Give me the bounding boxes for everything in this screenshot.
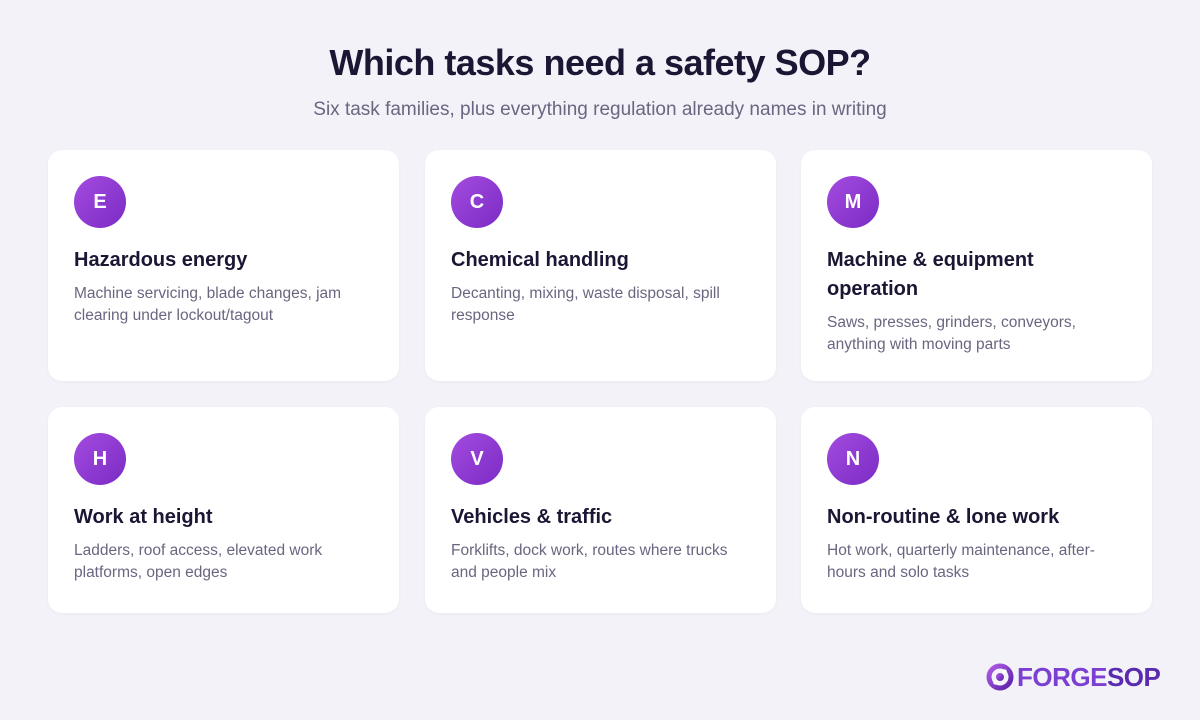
card-description: Saws, presses, grinders, conveyors, anyt… xyxy=(827,314,1076,353)
card-title: Non-routine & lone work xyxy=(827,506,1060,528)
page-title: Which tasks need a safety SOP? xyxy=(329,42,871,83)
card-title: Machine & equipment operation xyxy=(827,249,1034,300)
forgesop-logo-icon xyxy=(986,663,1014,691)
card-title: Hazardous energy xyxy=(74,249,248,271)
card-vehicles-traffic: V Vehicles & traffic Forklifts, dock wor… xyxy=(425,407,776,613)
letter-badge: M xyxy=(827,176,879,228)
card-title: Chemical handling xyxy=(451,249,629,271)
card-description: Ladders, roof access, elevated work plat… xyxy=(74,542,323,581)
letter-badge: E xyxy=(74,176,126,228)
card-machine-equipment-operation: M Machine & equipment operation Saws, pr… xyxy=(801,150,1152,381)
card-description: Hot work, quarterly maintenance, after-h… xyxy=(827,542,1095,581)
page-subtitle: Six task families, plus everything regul… xyxy=(313,99,887,120)
letter-badge: N xyxy=(827,433,879,485)
letter-badge: H xyxy=(74,433,126,485)
card-non-routine-lone-work: N Non-routine & lone work Hot work, quar… xyxy=(801,407,1152,613)
card-title: Vehicles & traffic xyxy=(451,506,613,528)
card-description: Forklifts, dock work, routes where truck… xyxy=(451,542,728,581)
card-description: Machine servicing, blade changes, jam cl… xyxy=(74,285,342,324)
card-work-at-height: H Work at height Ladders, roof access, e… xyxy=(48,407,399,613)
letter-badge: C xyxy=(451,176,503,228)
card-description: Decanting, mixing, waste disposal, spill… xyxy=(451,285,720,324)
brand-wordmark: FORGESOP xyxy=(1017,662,1161,692)
card-chemical-handling: C Chemical handling Decanting, mixing, w… xyxy=(425,150,776,381)
letter-badge: V xyxy=(451,433,503,485)
card-hazardous-energy: E Hazardous energy Machine servicing, bl… xyxy=(48,150,399,381)
brand-logo: FORGESOP xyxy=(985,660,1161,694)
card-title: Work at height xyxy=(74,506,213,528)
